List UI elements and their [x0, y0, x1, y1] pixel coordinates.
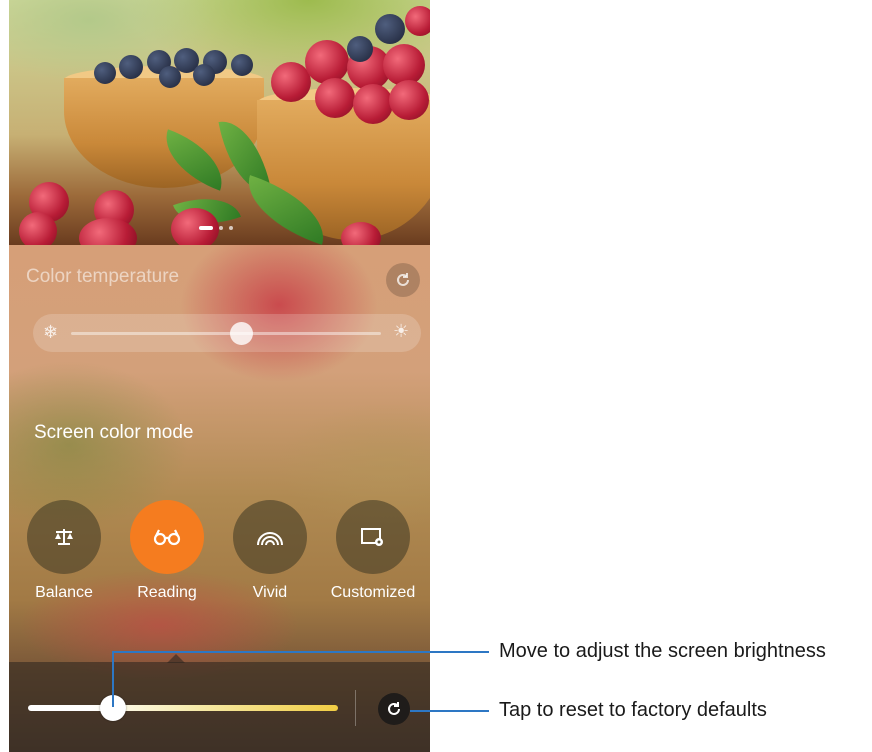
divider — [355, 690, 356, 726]
brightness-callout: Move to adjust the screen brightness — [499, 640, 826, 662]
callout-line — [112, 651, 114, 707]
preview-photo — [9, 0, 430, 245]
brightness-reset-button[interactable] — [378, 693, 410, 725]
sun-icon: ☀ — [393, 321, 410, 341]
mode-balance-button[interactable] — [27, 500, 101, 574]
phone-screen: Color temperature ❄ ☀ Screen color mode — [9, 0, 430, 752]
callout-line — [410, 710, 489, 712]
reset-icon — [397, 273, 409, 286]
balance-scale-icon — [55, 529, 73, 545]
callout-line — [112, 651, 489, 653]
color-temperature-slider-handle[interactable] — [230, 322, 253, 345]
carousel-dot-active[interactable] — [199, 226, 213, 230]
customize-settings-icon — [361, 528, 383, 546]
screen-color-mode-title: Screen color mode — [34, 422, 194, 443]
color-temperature-reset-button[interactable] — [386, 263, 420, 297]
color-temperature-slider[interactable]: ❄ ☀ — [33, 314, 421, 352]
mode-reading-label: Reading — [137, 584, 197, 601]
color-temperature-title: Color temperature — [26, 266, 180, 287]
mode-vivid-label: Vivid — [252, 584, 288, 601]
mode-customized-button[interactable] — [336, 500, 410, 574]
mode-reading-button[interactable] — [130, 500, 204, 574]
brightness-slider[interactable] — [28, 705, 338, 711]
reset-icon — [388, 702, 400, 715]
carousel-page-indicator[interactable] — [199, 226, 233, 230]
carousel-dot[interactable] — [219, 226, 223, 230]
mode-vivid-button[interactable] — [233, 500, 307, 574]
mode-customized-label: Customized — [330, 584, 416, 601]
carousel-dot[interactable] — [229, 226, 233, 230]
mode-balance-label: Balance — [35, 584, 93, 601]
snowflake-icon: ❄ — [43, 322, 59, 342]
reset-callout: Tap to reset to factory defaults — [499, 699, 767, 721]
glasses-icon — [153, 529, 181, 546]
vivid-arc-icon — [257, 532, 283, 546]
